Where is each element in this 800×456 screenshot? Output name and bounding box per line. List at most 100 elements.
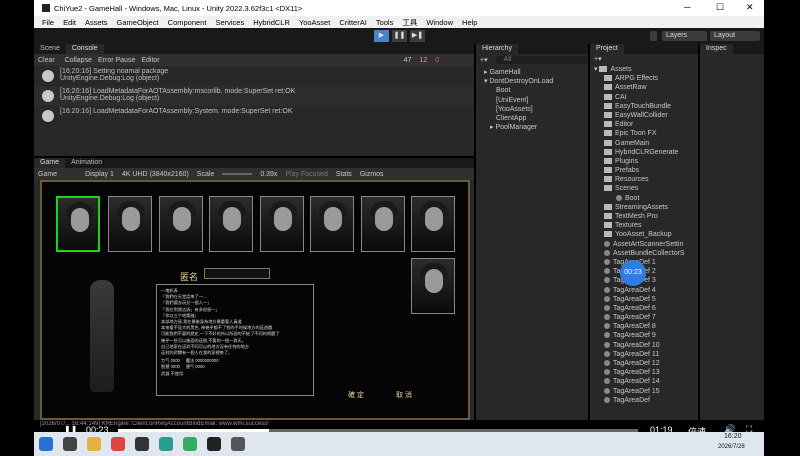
file-explorer-icon[interactable] (87, 437, 101, 451)
hierarchy-search[interactable]: All (495, 55, 588, 64)
layout-dropdown[interactable]: Layout (710, 31, 760, 41)
minimize-icon[interactable]: ─ (684, 2, 690, 12)
clear-button[interactable]: Clear (38, 57, 55, 64)
menu-hybridclr[interactable]: HybridCLR (253, 18, 290, 27)
portrait-6[interactable] (310, 196, 354, 252)
project-item[interactable]: CAI (594, 93, 698, 102)
menu-component[interactable]: Component (168, 18, 207, 27)
app-icon[interactable] (159, 437, 173, 451)
menu-gongju[interactable]: 工具 (402, 17, 417, 28)
project-item[interactable]: AssetBundleCollectorS (594, 249, 698, 258)
windows-start-icon[interactable] (39, 437, 53, 451)
add-icon[interactable]: +▾ (594, 56, 602, 63)
cancel-button[interactable]: 取 消 (396, 390, 412, 400)
search-icon[interactable] (63, 437, 77, 451)
project-item[interactable]: StreamingAssets (594, 203, 698, 212)
portrait-9[interactable] (411, 258, 455, 314)
project-item[interactable]: TagAreaDef 13 (594, 368, 698, 377)
warning-count[interactable]: 12 (419, 57, 427, 64)
tab-console[interactable]: Console (65, 44, 104, 54)
hierarchy-item[interactable]: ▸ PoolManager (484, 123, 588, 132)
tab-project[interactable]: Project (590, 44, 624, 54)
project-item[interactable]: AssetArtScannerSettin (594, 240, 698, 249)
folder-assets[interactable]: ▾ Assets (594, 65, 698, 74)
pause-button[interactable]: ❚❚ (392, 30, 407, 42)
portrait-8[interactable] (411, 196, 455, 252)
display-dropdown[interactable]: Display 1 (85, 171, 114, 178)
project-item[interactable]: TagAreaDef 6 (594, 304, 698, 313)
project-item[interactable]: TagAreaDef 9 (594, 331, 698, 340)
confirm-button[interactable]: 確 定 (348, 390, 364, 400)
log-count[interactable]: 47 (404, 57, 412, 64)
menu-tools[interactable]: Tools (376, 18, 394, 27)
project-item[interactable]: Epic Toon FX (594, 129, 698, 138)
project-item[interactable]: TagAreaDef 12 (594, 359, 698, 368)
maximize-icon[interactable]: ☐ (716, 2, 724, 13)
log-entry[interactable]: [16:20:16] LoadMetadataForAOTAssembly:ms… (34, 86, 474, 106)
terminal-icon[interactable] (231, 437, 245, 451)
project-item[interactable]: TagAreaDef 7 (594, 313, 698, 322)
tab-game[interactable]: Game (34, 158, 66, 168)
hierarchy-item[interactable]: [YooAssets] (484, 105, 588, 114)
project-item[interactable]: ARPG Effects (594, 74, 698, 83)
menu-file[interactable]: File (42, 18, 54, 27)
history-icon[interactable] (650, 31, 657, 41)
project-item[interactable]: TagAreaDef 3 (594, 276, 698, 285)
menu-assets[interactable]: Assets (85, 18, 108, 27)
tab-hierarchy[interactable]: Hierarchy (476, 44, 518, 54)
portrait-3[interactable] (159, 196, 203, 252)
resolution-dropdown[interactable]: 4K UHD (3840x2160) (122, 171, 189, 178)
project-item[interactable]: TagAreaDef (594, 396, 698, 405)
stats-button[interactable]: Stats (336, 171, 352, 178)
project-item[interactable]: TagAreaDef 14 (594, 377, 698, 386)
editor-dropdown[interactable]: Editor (141, 57, 159, 64)
project-item[interactable]: EasyWallCollider (594, 111, 698, 120)
project-item[interactable]: TagAreaDef 10 (594, 341, 698, 350)
project-item[interactable]: YooAsset_Backup (594, 230, 698, 239)
menu-critterai[interactable]: CritterAI (339, 18, 367, 27)
project-item[interactable]: TagAreaDef 15 (594, 387, 698, 396)
menu-window[interactable]: Window (426, 18, 453, 27)
app-icon[interactable] (135, 437, 149, 451)
project-item[interactable]: TagAreaDef 1 (594, 258, 698, 267)
project-item[interactable]: Textures (594, 221, 698, 230)
portrait-1[interactable] (56, 196, 100, 252)
portrait-2[interactable] (108, 196, 152, 252)
error-pause-button[interactable]: Error Pause (98, 57, 135, 64)
collapse-button[interactable]: Collapse (65, 57, 92, 64)
log-entry[interactable]: [16:20:16] Setting noamal package UnityEn… (34, 66, 474, 86)
project-item[interactable]: Prefabs (594, 166, 698, 175)
project-item[interactable]: TextMesh Pro (594, 212, 698, 221)
project-item[interactable]: EasyTouchBundle (594, 102, 698, 111)
tab-scene[interactable]: Scene (34, 44, 66, 54)
project-item[interactable]: GameMain (594, 139, 698, 148)
hierarchy-item[interactable]: ClientApp (484, 114, 588, 123)
gizmos-button[interactable]: Gizmos (360, 171, 384, 178)
portrait-4[interactable] (209, 196, 253, 252)
project-item[interactable]: TagAreaDef 4 (594, 286, 698, 295)
project-item[interactable]: Plugins (594, 157, 698, 166)
chrome-icon[interactable] (111, 437, 125, 451)
wechat-icon[interactable] (183, 437, 197, 451)
close-icon[interactable]: ✕ (746, 2, 754, 13)
scale-slider[interactable] (222, 173, 253, 175)
portrait-5[interactable] (260, 196, 304, 252)
project-item[interactable]: TagAreaDef 8 (594, 322, 698, 331)
menu-services[interactable]: Services (215, 18, 244, 27)
portrait-7[interactable] (361, 196, 405, 252)
tab-inspector[interactable]: Inspec (700, 44, 733, 54)
project-item[interactable]: Editor (594, 120, 698, 129)
tab-animation[interactable]: Animation (65, 158, 108, 168)
hierarchy-item[interactable]: [UniEvent] (484, 96, 588, 105)
hierarchy-item[interactable]: ▾ DontDestroyOnLoad (484, 77, 588, 86)
project-item[interactable]: TagAreaDef 11 (594, 350, 698, 359)
project-item[interactable]: TagAreaDef 2 (594, 267, 698, 276)
name-input[interactable] (204, 268, 270, 279)
project-item[interactable]: TagAreaDef 5 (594, 295, 698, 304)
menu-help[interactable]: Help (462, 18, 477, 27)
step-button[interactable]: ▶❚ (410, 30, 425, 42)
menu-edit[interactable]: Edit (63, 18, 76, 27)
menu-yooasset[interactable]: YooAsset (299, 18, 330, 27)
error-count[interactable]: 0 (435, 57, 439, 64)
project-item[interactable]: Boot (594, 194, 698, 203)
